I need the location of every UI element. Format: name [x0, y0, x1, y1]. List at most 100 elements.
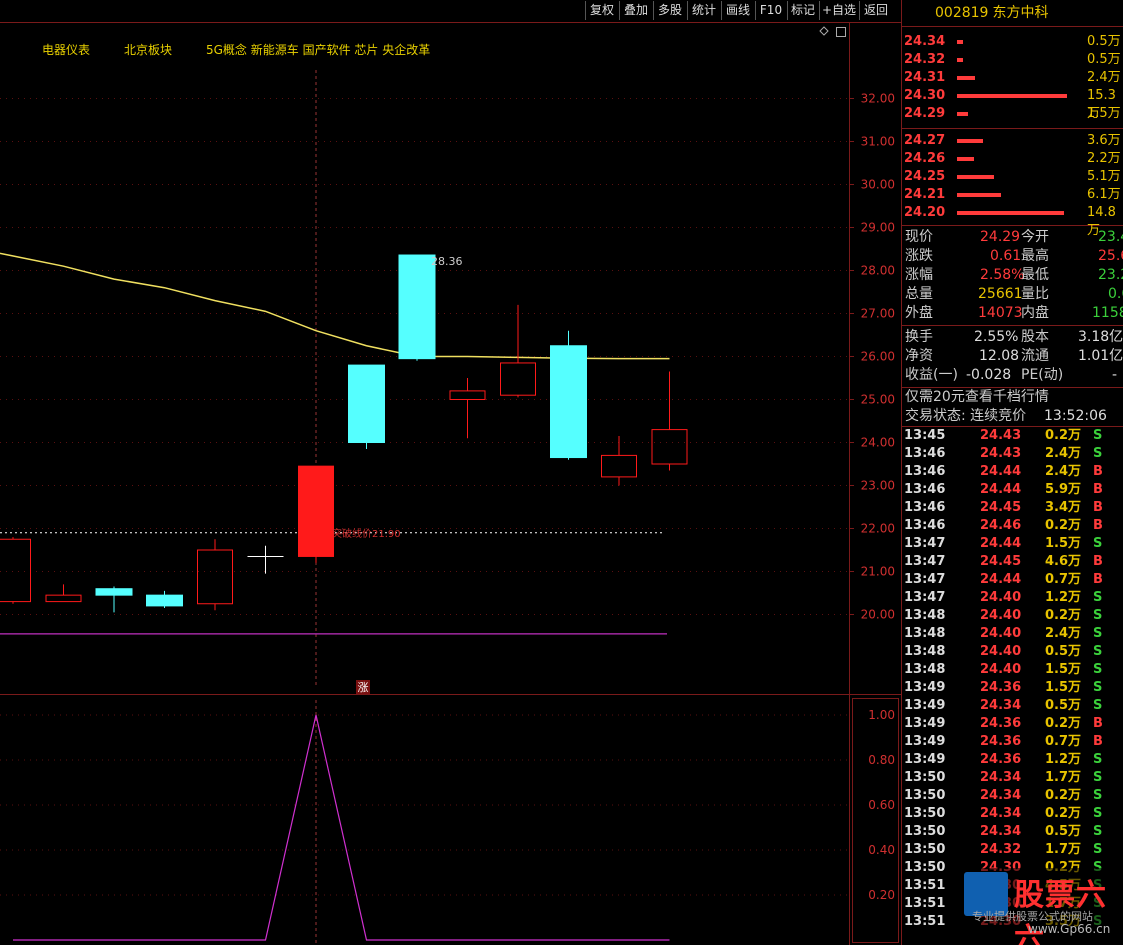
- diamond-icon: [819, 26, 829, 36]
- bid-row[interactable]: 24.25 5.1万: [902, 168, 1123, 186]
- bid-price: 24.27: [904, 133, 946, 148]
- ask-volume: 2.4万: [1087, 70, 1121, 85]
- tick-price: 24.40: [980, 626, 1022, 641]
- ask-row[interactable]: 24.32 0.5万: [902, 51, 1123, 69]
- tick-volume: 1.2万: [1045, 752, 1082, 767]
- value-outer: 14073: [978, 305, 1023, 321]
- ask-book: 24.34 0.5万 24.32 0.5万 24.31 2.4万 24.30 15.3万 24.…: [902, 33, 1123, 123]
- ask-volume-bar: [957, 40, 963, 44]
- tick-time: 13:48: [904, 644, 946, 659]
- label-inner: 内盘: [1021, 305, 1049, 321]
- candle-body: [348, 364, 385, 444]
- bid-volume-bar: [957, 211, 1064, 215]
- ask-price: 24.29: [904, 106, 946, 121]
- ask-volume-bar: [957, 94, 1067, 98]
- ask-row[interactable]: 24.31 2.4万: [902, 69, 1123, 87]
- price-tick-label: 29.00: [861, 221, 895, 235]
- tick-time: 13:48: [904, 662, 946, 677]
- tick-side: S: [1093, 590, 1103, 605]
- tick-time: 13:49: [904, 752, 946, 767]
- tick-row: 13:48 24.40 2.4万 S: [902, 625, 1123, 643]
- sub-tick-label: 0.60: [868, 798, 895, 812]
- bid-row[interactable]: 24.21 6.1万: [902, 186, 1123, 204]
- tick-list[interactable]: 13:45 24.43 0.2万 S 13:46 24.43 2.4万 S 13:46 24.44…: [902, 427, 1123, 931]
- value-vol-ratio: 0.6: [1108, 286, 1123, 302]
- price-tick-label: 24.00: [861, 436, 895, 450]
- signal-marker-text: 涨: [358, 681, 369, 694]
- concept-tag-1: 北京板块: [124, 43, 172, 57]
- tick-time: 13:50: [904, 770, 946, 785]
- label-low: 最低: [1021, 267, 1049, 283]
- tick-volume: 1.7万: [1045, 770, 1082, 785]
- candle-body: [398, 254, 436, 360]
- label-vol-ratio: 量比: [1021, 286, 1049, 302]
- tick-volume: 0.2万: [1045, 806, 1082, 821]
- indicator-line: [13, 714, 670, 941]
- label-open: 今开: [1021, 229, 1049, 245]
- bid-volume-bar: [957, 193, 1001, 197]
- kline-chart[interactable]: 电器仪表 北京板块 5G概念 新能源车 国产软件 芯片 央企改革 32.00 31.00…: [0, 0, 901, 945]
- tick-side: S: [1093, 608, 1103, 623]
- tick-price: 24.40: [980, 608, 1022, 623]
- ask-row[interactable]: 24.30 15.3万: [902, 87, 1123, 121]
- tick-side: S: [1093, 788, 1103, 803]
- tick-price: 24.40: [980, 644, 1022, 659]
- tick-time: 13:47: [904, 536, 946, 551]
- ask-row[interactable]: 24.34 0.5万: [902, 33, 1123, 51]
- label-eps: 收益(一): [905, 367, 958, 383]
- stock-title[interactable]: 002819 东方中科: [902, 0, 1123, 27]
- candle-body: [95, 588, 133, 596]
- status-label: 交易状态: 连续竞价: [905, 408, 1027, 424]
- tick-time: 13:50: [904, 860, 946, 875]
- tick-side: S: [1093, 824, 1103, 839]
- tick-price: 24.44: [980, 482, 1022, 497]
- bid-row[interactable]: 24.27 3.6万: [902, 132, 1123, 150]
- bid-row[interactable]: 24.20 14.8万: [902, 204, 1123, 238]
- promo-text: 仅需20元查看千档行情: [905, 389, 1049, 405]
- tick-row: 13:48 24.40 1.5万 S: [902, 661, 1123, 679]
- tick-row: 13:47 24.40 1.2万 S: [902, 589, 1123, 607]
- tick-side: S: [1093, 842, 1103, 857]
- tick-side: B: [1093, 716, 1103, 731]
- price-tick-label: 22.00: [861, 522, 895, 536]
- value-volume: 25661: [978, 286, 1023, 302]
- tick-side: S: [1093, 770, 1103, 785]
- tick-time: 13:46: [904, 446, 946, 461]
- label-pe: PE(动): [1021, 367, 1064, 383]
- fundamentals: 换手 2.55% 股本 3.18亿 净资 12.08 流通 1.01亿 收益(一) -0.02…: [902, 328, 1123, 385]
- sub-axis-frame: [852, 698, 899, 943]
- tick-row: 13:47 24.44 0.7万 B: [902, 571, 1123, 589]
- candle-body: [45, 594, 82, 603]
- tick-price: 24.44: [980, 572, 1022, 587]
- sub-tick-label: 1.00: [868, 708, 895, 722]
- promo-link[interactable]: 仅需20元查看千档行情: [902, 388, 1123, 407]
- tick-time: 13:48: [904, 626, 946, 641]
- tick-volume: 4.6万: [1045, 554, 1082, 569]
- tick-price: 24.34: [980, 770, 1022, 785]
- tick-time: 13:49: [904, 698, 946, 713]
- tick-price: 24.40: [980, 590, 1022, 605]
- tick-time: 13:50: [904, 788, 946, 803]
- tick-price: 24.46: [980, 518, 1022, 533]
- label-outer: 外盘: [905, 305, 933, 321]
- price-tick-label: 32.00: [861, 92, 895, 106]
- ask-row[interactable]: 24.29 1.5万: [902, 105, 1123, 123]
- value-turnover: 2.55%: [974, 329, 1019, 345]
- bid-volume: 6.1万: [1087, 187, 1121, 202]
- concept-tag-0: 电器仪表: [42, 43, 90, 57]
- tick-row: 13:49 24.34 0.5万 S: [902, 697, 1123, 715]
- bid-volume-bar: [957, 175, 994, 179]
- bid-volume-bar: [957, 139, 983, 143]
- tick-volume: 1.7万: [1045, 842, 1082, 857]
- tick-price: 24.44: [980, 536, 1022, 551]
- tick-row: 13:46 24.44 2.4万 B: [902, 463, 1123, 481]
- tick-row: 13:48 24.40 0.2万 S: [902, 607, 1123, 625]
- value-eps: -0.028: [966, 367, 1012, 383]
- tick-price: 24.36: [980, 680, 1022, 695]
- tick-time: 13:48: [904, 608, 946, 623]
- tick-volume: 0.5万: [1045, 698, 1082, 713]
- candle-body: [651, 429, 688, 465]
- tick-side: S: [1093, 662, 1103, 677]
- bid-row[interactable]: 24.26 2.2万: [902, 150, 1123, 168]
- price-tick-label: 26.00: [861, 350, 895, 364]
